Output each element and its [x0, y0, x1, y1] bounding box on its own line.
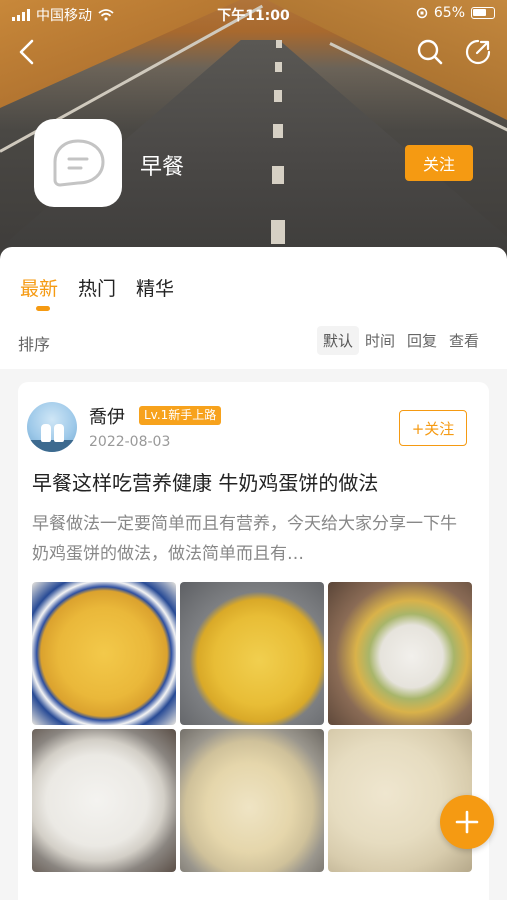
- road-dash: [274, 90, 282, 102]
- post-photo-grid: [32, 582, 472, 872]
- post-photo[interactable]: [180, 582, 324, 725]
- group-name: 早餐: [140, 155, 185, 180]
- post-card[interactable]: 喬伊 Lv.1新手上路 2022-08-03 +关注 早餐这样吃营养健康 牛奶鸡…: [18, 382, 489, 900]
- plus-icon: [455, 810, 479, 834]
- road-dash: [275, 62, 282, 72]
- post-photo[interactable]: [32, 729, 176, 872]
- new-post-button[interactable]: [440, 795, 494, 849]
- post-excerpt: 早餐做法一定要简单而且有营养，今天给大家分享一下牛奶鸡蛋饼的做法，做法简单而且有…: [32, 514, 457, 564]
- author-avatar[interactable]: [27, 402, 77, 452]
- post-date: 2022-08-03: [89, 434, 171, 450]
- sort-option-time[interactable]: 时间: [359, 326, 401, 355]
- follow-group-button[interactable]: 关注: [405, 145, 473, 181]
- battery-percent: 65%: [433, 5, 465, 21]
- author-name[interactable]: 喬伊: [89, 403, 125, 429]
- sort-options: 默认 时间 回复 查看: [316, 326, 485, 355]
- share-button[interactable]: [461, 35, 495, 69]
- group-header: 中国移动 下午11:00 65% 早餐 关注: [0, 0, 507, 262]
- status-bar: 中国移动 下午11:00 65%: [0, 0, 507, 28]
- sort-option-replies[interactable]: 回复: [401, 326, 443, 355]
- battery-icon: [471, 7, 495, 19]
- sort-option-views[interactable]: 查看: [443, 326, 485, 355]
- search-icon: [417, 39, 443, 65]
- post-photo[interactable]: [32, 582, 176, 725]
- road-dash: [272, 166, 284, 184]
- road-dash: [273, 124, 283, 138]
- content-sheet: 最新 热门 精华 排序 默认 时间 回复 查看 喬伊 Lv.1新手上路 2022…: [0, 247, 507, 900]
- sort-label: 排序: [18, 335, 51, 354]
- road-dash: [271, 220, 285, 244]
- back-button[interactable]: [10, 35, 44, 69]
- tab-featured[interactable]: 精华: [136, 274, 174, 301]
- level-badge: Lv.1新手上路: [139, 406, 222, 425]
- tab-latest[interactable]: 最新: [20, 274, 58, 301]
- active-tab-indicator: [36, 306, 50, 311]
- search-button[interactable]: [413, 35, 447, 69]
- tab-bar: 最新 热门 精华: [20, 274, 174, 301]
- post-photo[interactable]: [180, 729, 324, 872]
- chat-bubble-icon: [53, 139, 105, 187]
- group-avatar: [34, 119, 122, 207]
- road-dash: [276, 40, 282, 48]
- orientation-lock-icon: [416, 7, 428, 19]
- post-photo[interactable]: [328, 582, 472, 725]
- tab-hot[interactable]: 热门: [78, 274, 116, 301]
- chevron-left-icon: [19, 39, 34, 65]
- share-icon: [465, 39, 491, 65]
- follow-author-button[interactable]: +关注: [399, 410, 467, 446]
- post-title[interactable]: 早餐这样吃营养健康 牛奶鸡蛋饼的做法: [32, 467, 378, 496]
- sort-option-default[interactable]: 默认: [316, 326, 359, 355]
